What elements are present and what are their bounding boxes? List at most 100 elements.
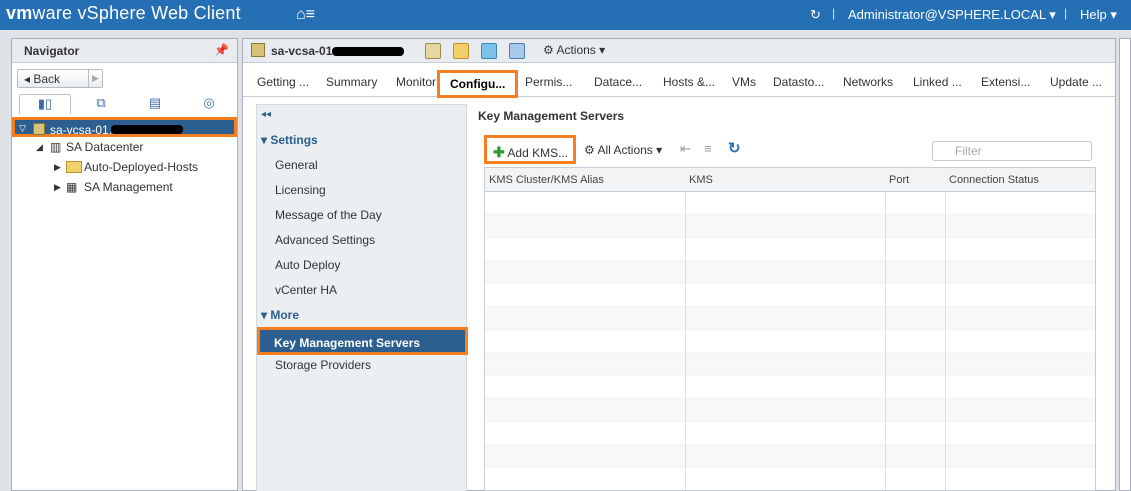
expand-triangle-icon[interactable]: ▶ bbox=[54, 162, 61, 173]
tab-vms[interactable]: VMs bbox=[732, 75, 756, 89]
navigator-tabs: ▮▯ ⧉ ▤ ◎ bbox=[17, 94, 234, 114]
kms-toolbar: ✚ Add KMS... ⚙ All Actions ▾ ⇤ ≡ ↻ Filte… bbox=[484, 135, 1094, 165]
tab-permissions[interactable]: Permis... bbox=[525, 75, 572, 89]
refresh-icon[interactable]: ↻ bbox=[728, 139, 741, 157]
new-datacenter-icon[interactable] bbox=[481, 43, 497, 59]
tab-hosts-clusters[interactable]: Hosts &... bbox=[663, 75, 715, 89]
vcenter-icon bbox=[251, 43, 265, 57]
table-row bbox=[485, 422, 1095, 445]
tab-datastores[interactable]: Datasto... bbox=[773, 75, 824, 89]
navigator-title-text: Navigator bbox=[24, 44, 80, 58]
indent-icon[interactable]: ⇤ bbox=[680, 141, 691, 157]
redaction-bar bbox=[111, 125, 183, 134]
header-divider: | bbox=[832, 6, 836, 20]
table-row bbox=[485, 284, 1095, 307]
tab-configure[interactable]: Configu... bbox=[437, 70, 519, 98]
help-menu[interactable]: Help ▾ bbox=[1080, 7, 1117, 23]
tab-networks[interactable]: Networks bbox=[843, 75, 893, 89]
tab-getting-started[interactable]: Getting ... bbox=[257, 75, 309, 89]
column-header[interactable]: Connection Status bbox=[949, 174, 1039, 186]
menu-auto-deploy[interactable]: Auto Deploy bbox=[275, 258, 340, 272]
right-side-panel bbox=[1119, 38, 1131, 491]
header-divider: | bbox=[1064, 6, 1068, 20]
table-row bbox=[485, 261, 1095, 284]
vmware-logo: vmware vSphere Web Client bbox=[6, 3, 241, 23]
add-kms-button[interactable]: ✚ Add KMS... bbox=[484, 135, 576, 164]
table-row bbox=[485, 376, 1095, 399]
cluster-icon: ▦ bbox=[66, 180, 78, 194]
expand-triangle-icon[interactable]: ▶ bbox=[54, 182, 61, 193]
top-header: vmware vSphere Web Client ⌂≡ ↻ | Adminis… bbox=[0, 0, 1131, 30]
inventory-tree: ▽ sa-vcsa-01. ◢ ▥ SA Datacenter ▶ Auto-D… bbox=[12, 117, 237, 197]
tab-linked[interactable]: Linked ... bbox=[913, 75, 962, 89]
all-actions-menu[interactable]: ⚙ All Actions ▾ bbox=[584, 143, 662, 157]
menu-licensing[interactable]: Licensing bbox=[275, 183, 326, 197]
collapse-panel-icon[interactable]: ◂◂ bbox=[261, 109, 271, 120]
table-row bbox=[485, 468, 1095, 490]
deploy-ovf-icon[interactable] bbox=[509, 43, 525, 59]
column-header[interactable]: KMS bbox=[689, 174, 713, 186]
column-header[interactable]: Port bbox=[889, 174, 909, 186]
all-actions-label: All Actions ▾ bbox=[597, 143, 663, 157]
new-host-icon[interactable] bbox=[425, 43, 441, 59]
user-menu[interactable]: Administrator@VSPHERE.LOCAL ▾ bbox=[848, 7, 1056, 23]
tree-item-vcenter[interactable]: ▽ sa-vcsa-01. bbox=[12, 117, 237, 137]
refresh-icon[interactable]: ↻ bbox=[810, 7, 821, 23]
column-header[interactable]: KMS Cluster/KMS Alias bbox=[489, 174, 604, 186]
forward-button[interactable]: ▶ bbox=[88, 70, 102, 87]
configure-submenu: ◂◂ ▾ Settings General Licensing Message … bbox=[256, 104, 468, 491]
tab-extensions[interactable]: Extensi... bbox=[981, 75, 1030, 89]
networking-tab-icon[interactable]: ◎ bbox=[183, 94, 235, 114]
tree-label: SA Datacenter bbox=[66, 140, 144, 154]
object-toolbar: sa-vcsa-01 ⚙ Actions ▾ bbox=[243, 39, 1115, 63]
tree-item-datacenter[interactable]: ◢ ▥ SA Datacenter bbox=[12, 137, 237, 157]
tree-label: SA Management bbox=[84, 180, 173, 194]
list-icon[interactable]: ≡ bbox=[704, 141, 712, 156]
home-menu-icon[interactable]: ⌂≡ bbox=[296, 6, 315, 24]
table-row bbox=[485, 215, 1095, 238]
actions-menu[interactable]: ⚙ Actions ▾ bbox=[543, 43, 605, 57]
folder-icon bbox=[66, 161, 82, 173]
navigator-title: Navigator 📌 bbox=[12, 39, 237, 63]
redaction-bar bbox=[332, 47, 405, 57]
datacenter-icon: ▥ bbox=[50, 140, 62, 154]
filter-input[interactable]: Filter bbox=[932, 141, 1092, 161]
more-section[interactable]: ▾ More bbox=[261, 308, 299, 322]
object-title-text: sa-vcsa-01 bbox=[271, 44, 333, 58]
more-section-label: More bbox=[270, 308, 300, 322]
menu-vcenter-ha[interactable]: vCenter HA bbox=[275, 283, 337, 297]
collapse-triangle-icon[interactable]: ◢ bbox=[36, 142, 43, 153]
table-row bbox=[485, 330, 1095, 353]
pin-icon[interactable]: 📌 bbox=[214, 43, 229, 57]
tree-item-cluster[interactable]: ▶ ▦ SA Management bbox=[12, 177, 237, 197]
menu-advanced-settings[interactable]: Advanced Settings bbox=[275, 233, 375, 247]
navigator-panel: Navigator 📌 ◂ Back ▶ ▮▯ ⧉ ▤ ◎ ▽ sa-vcsa-… bbox=[11, 38, 238, 491]
collapse-triangle-icon[interactable]: ▽ bbox=[19, 123, 26, 134]
tree-item-folder[interactable]: ▶ Auto-Deployed-Hosts bbox=[12, 157, 237, 177]
back-button[interactable]: ◂ Back bbox=[18, 70, 90, 87]
vms-templates-tab-icon[interactable]: ⧉ bbox=[75, 94, 127, 114]
menu-message-of-the-day[interactable]: Message of the Day bbox=[275, 208, 382, 222]
settings-section[interactable]: ▾ Settings bbox=[261, 133, 318, 147]
table-header: KMS Cluster/KMS Alias KMS Port Connectio… bbox=[485, 168, 1095, 192]
column-divider bbox=[685, 168, 686, 490]
back-label: Back bbox=[33, 72, 61, 86]
tab-summary[interactable]: Summary bbox=[326, 75, 377, 89]
object-title: sa-vcsa-01 bbox=[271, 44, 405, 58]
settings-section-label: Settings bbox=[270, 133, 318, 147]
object-tabs: Getting ... Summary Monitor Configu... P… bbox=[243, 67, 1115, 98]
table-row bbox=[485, 399, 1095, 422]
tab-datacenters[interactable]: Datace... bbox=[594, 75, 642, 89]
menu-storage-providers[interactable]: Storage Providers bbox=[275, 358, 371, 372]
column-divider bbox=[885, 168, 886, 490]
new-folder-icon[interactable] bbox=[453, 43, 469, 59]
menu-general[interactable]: General bbox=[275, 158, 318, 172]
hosts-clusters-tab-icon[interactable]: ▮▯ bbox=[19, 94, 71, 114]
storage-tab-icon[interactable]: ▤ bbox=[129, 94, 181, 114]
menu-key-management-servers[interactable]: Key Management Servers bbox=[257, 327, 468, 355]
vsphere-app: vmware vSphere Web Client ⌂≡ ↻ | Adminis… bbox=[0, 0, 1131, 491]
tab-monitor[interactable]: Monitor bbox=[396, 75, 436, 89]
actions-label: Actions ▾ bbox=[556, 43, 606, 57]
vcenter-icon bbox=[33, 123, 45, 135]
tab-update[interactable]: Update ... bbox=[1050, 75, 1102, 89]
